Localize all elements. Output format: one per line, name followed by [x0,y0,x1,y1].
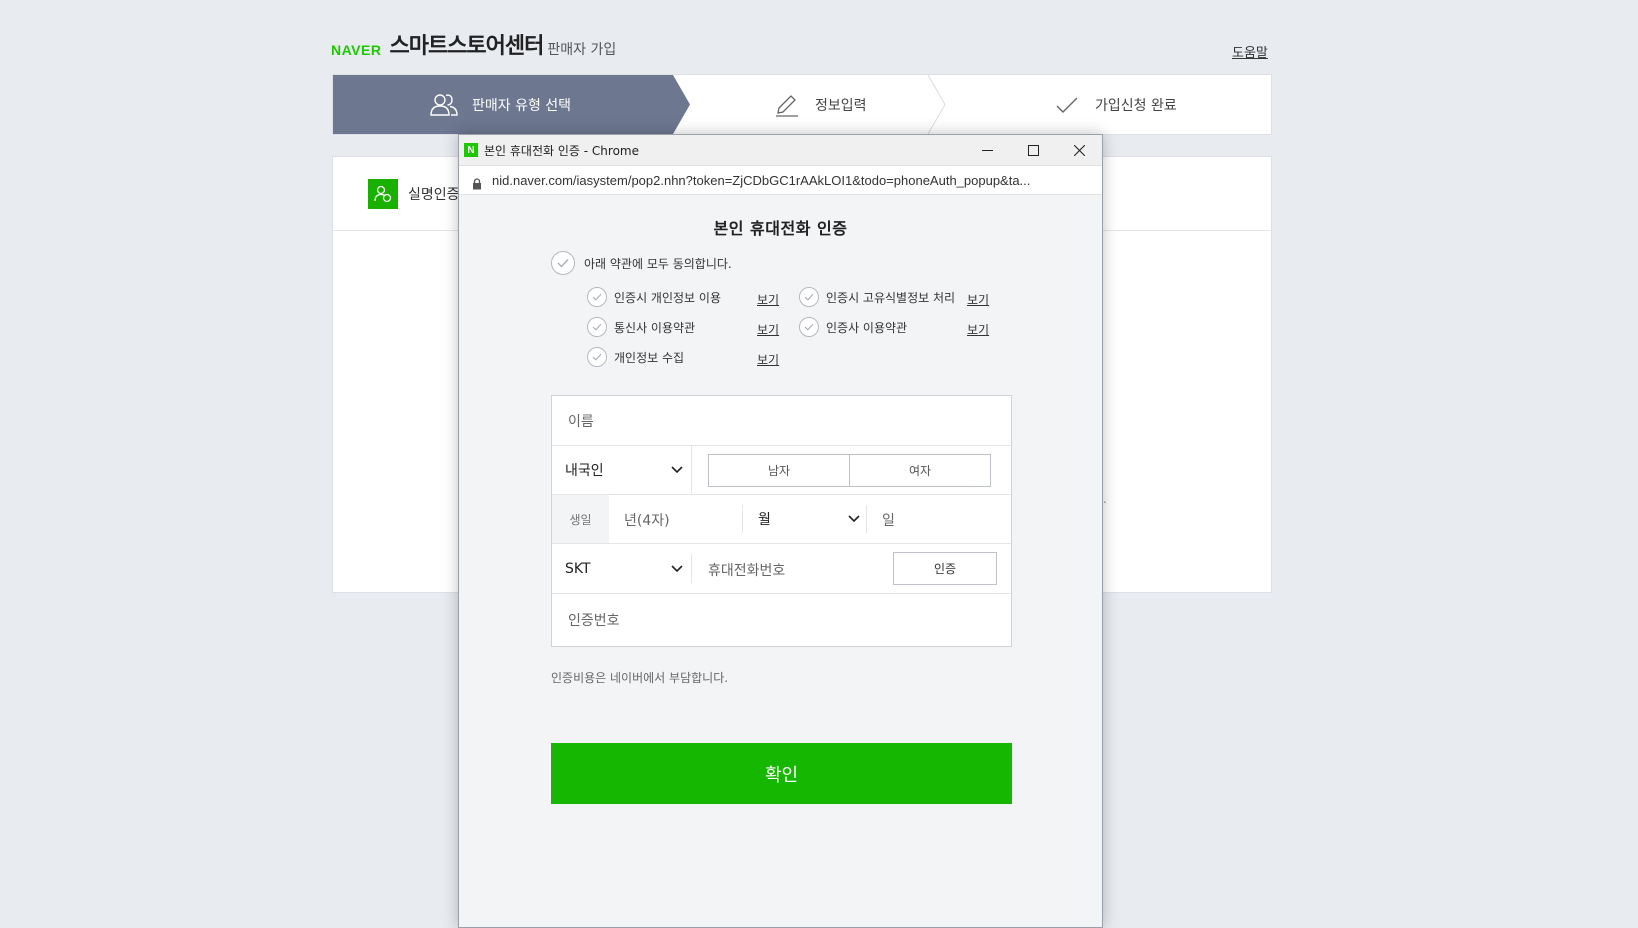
window-title: 본인 휴대전화 인증 - Chrome [484,143,639,158]
step-label: 판매자 유형 선택 [472,97,572,114]
term-view-link[interactable]: 보기 [967,291,989,308]
gender-male-button[interactable]: 남자 [708,454,850,487]
help-link[interactable]: 도움말 [1232,42,1268,61]
chevron-down-icon [671,561,683,577]
birth-label: 생일 [552,495,609,543]
carrier-value: SKT [565,560,591,577]
step-complete: 가입신청 완료 [1051,75,1177,134]
check-circle-icon [587,317,607,337]
page-subtitle: 판매자 가입 [547,42,617,58]
step-info-input: 정보입력 [771,75,867,134]
term-label: 인증시 개인정보 이용 [614,290,721,305]
name-input[interactable]: 이름 [568,411,594,431]
nationality-gender-row: 내국인 남자 여자 [552,446,1011,495]
chevron-down-icon [848,511,860,527]
birth-day-input[interactable]: 일 [882,510,895,530]
term-checkbox[interactable]: 인증시 고유식별정보 처리 [799,287,955,307]
term-checkbox[interactable]: 인증사 이용약관 [799,317,907,337]
code-row: 인증번호 [552,594,1011,646]
gender-female-button[interactable]: 여자 [849,454,991,487]
term-label: 인증사 이용약관 [826,320,908,335]
brand-name: 스마트스토어센터 [389,34,544,59]
divider [866,505,867,533]
phone-auth-popup: N 본인 휴대전화 인증 - Chrome nid.naver.com/iasy… [458,134,1103,928]
birth-month-select[interactable]: 월 [758,495,860,543]
window-titlebar: N 본인 휴대전화 인증 - Chrome [459,135,1102,166]
check-circle-icon [551,251,575,275]
page-header: NAVER 스마트스토어센터 판매자 가입 [331,30,616,60]
cost-note: 인증비용은 네이버에서 부담합니다. [551,671,729,685]
check-circle-icon [799,317,819,337]
users-icon [428,92,460,118]
url-text[interactable]: nid.naver.com/iasystem/pop2.nhn?token=Zj… [492,173,1092,188]
chevron-down-icon [671,462,683,478]
request-auth-button[interactable]: 인증 [893,552,997,585]
close-icon[interactable] [1056,135,1102,165]
check-circle-icon [587,347,607,367]
user-verify-icon [368,178,398,209]
divider [742,505,743,533]
step-label: 정보입력 [815,97,867,114]
birth-month-value: 월 [758,512,771,528]
step-label: 가입신청 완료 [1095,97,1177,114]
nationality-select[interactable]: 내국인 [565,446,683,494]
term-label: 통신사 이용약관 [614,320,696,335]
nationality-value: 내국인 [565,463,604,479]
naver-logo: NAVER [331,42,382,58]
auth-form: 이름 내국인 남자 여자 생일 년(4자) 월 일 SKT 휴대전화번호 인증 … [551,395,1012,647]
popup-title: 본인 휴대전화 인증 [713,219,848,238]
card-dot: . [1103,492,1107,506]
check-circle-icon [799,287,819,307]
term-view-link[interactable]: 보기 [757,351,779,368]
divider [691,554,692,583]
divider [691,446,692,494]
term-checkbox[interactable]: 인증시 개인정보 이용 [587,287,721,307]
auth-code-input[interactable]: 인증번호 [568,610,620,630]
term-checkbox[interactable]: 통신사 이용약관 [587,317,695,337]
phone-row: SKT 휴대전화번호 인증 [552,544,1011,594]
term-label: 인증시 고유식별정보 처리 [826,290,956,305]
pencil-icon [771,92,803,118]
step-seller-type: 판매자 유형 선택 [428,75,571,134]
birth-year-input[interactable]: 년(4자) [624,510,670,530]
check-icon [1051,92,1083,118]
maximize-icon[interactable] [1010,135,1056,165]
naver-n-icon: N [464,143,478,157]
check-circle-icon [587,287,607,307]
term-view-link[interactable]: 보기 [757,291,779,308]
name-row: 이름 [552,396,1011,446]
term-checkbox[interactable]: 개인정보 수집 [587,347,684,367]
lock-icon [472,175,482,190]
confirm-button[interactable]: 확인 [551,743,1012,804]
phone-input[interactable]: 휴대전화번호 [708,560,785,580]
term-view-link[interactable]: 보기 [967,321,989,338]
window-controls [964,135,1102,165]
term-view-link[interactable]: 보기 [757,321,779,338]
minimize-icon[interactable] [964,135,1010,165]
carrier-select[interactable]: SKT [565,544,683,593]
agree-all-label: 아래 약관에 모두 동의합니다. [584,256,732,271]
address-bar: nid.naver.com/iasystem/pop2.nhn?token=Zj… [459,166,1102,195]
term-label: 개인정보 수집 [614,350,685,365]
birth-row: 생일 년(4자) 월 일 [552,495,1011,544]
card-title: 실명인증 [408,186,460,203]
signup-steps: 판매자 유형 선택 정보입력 가입신청 완료 [332,74,1272,135]
agree-all-checkbox[interactable]: 아래 약관에 모두 동의합니다. [551,251,732,275]
